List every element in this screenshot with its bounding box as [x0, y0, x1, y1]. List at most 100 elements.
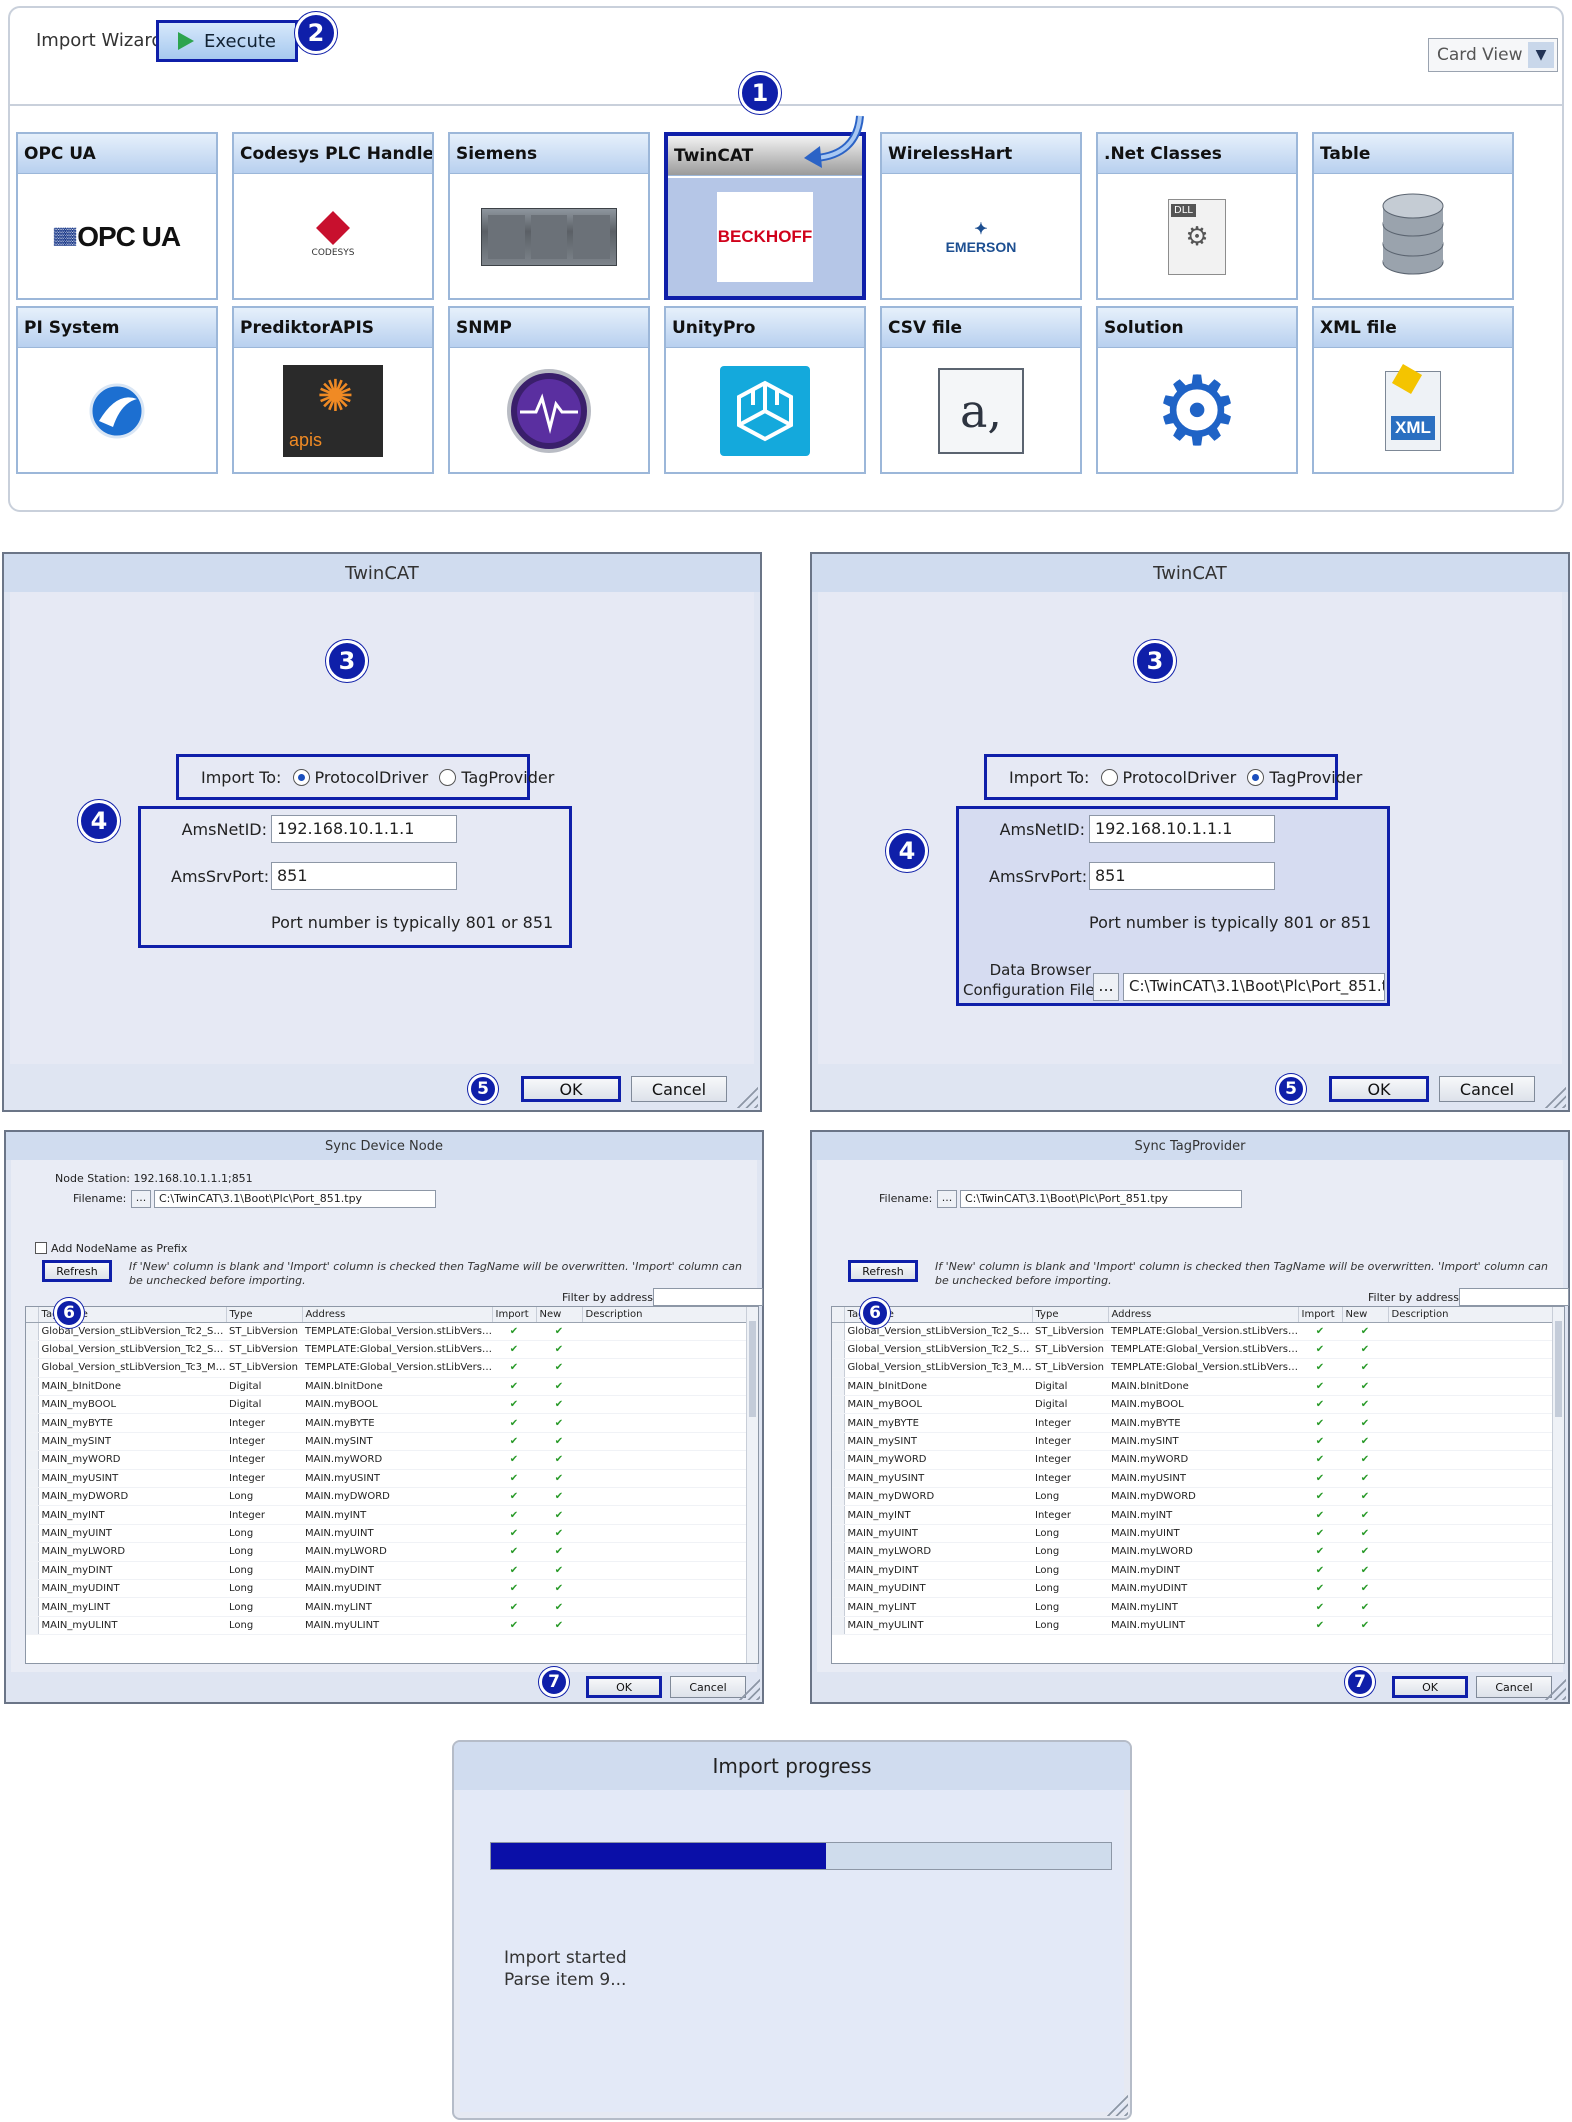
driver-card-prediktorapis[interactable]: PrediktorAPIS ✺ apis: [232, 306, 434, 474]
import-check-icon[interactable]: ✔: [1298, 1395, 1342, 1415]
row-header[interactable]: [26, 1450, 39, 1470]
table-row[interactable]: Global_Version_stLibVersion_Tc2_Sta... ST…: [26, 1322, 748, 1341]
resize-grip-icon[interactable]: [736, 1086, 758, 1108]
table-row[interactable]: Global_Version_stLibVersion_Tc2_Sta... ST…: [832, 1322, 1554, 1341]
column-header-type[interactable]: Type: [226, 1307, 303, 1323]
table-row[interactable]: MAIN_myUSINT Integer MAIN.myUSINT ✔ ✔: [832, 1469, 1554, 1489]
table-row[interactable]: MAIN_myWORD Integer MAIN.myWORD ✔ ✔: [832, 1450, 1554, 1470]
ok-button[interactable]: OK: [1392, 1676, 1468, 1698]
table-row[interactable]: MAIN_myBYTE Integer MAIN.myBYTE ✔ ✔: [26, 1413, 748, 1433]
table-row[interactable]: MAIN_myUDINT Long MAIN.myUDINT ✔ ✔: [26, 1579, 748, 1599]
row-header[interactable]: [26, 1322, 39, 1341]
table-row[interactable]: MAIN_myUINT Long MAIN.myUINT ✔ ✔: [832, 1524, 1554, 1544]
row-header[interactable]: [832, 1561, 845, 1580]
import-check-icon[interactable]: ✔: [1298, 1561, 1342, 1580]
table-row[interactable]: MAIN_myBOOL Digital MAIN.myBOOL ✔ ✔: [832, 1395, 1554, 1415]
driver-card-table[interactable]: Table: [1312, 132, 1514, 300]
table-row[interactable]: Global_Version_stLibVersion_Tc2_Sys... ST…: [832, 1340, 1554, 1360]
ok-button[interactable]: OK: [586, 1676, 662, 1698]
resize-grip-icon[interactable]: [1544, 1086, 1566, 1108]
column-header-new[interactable]: New: [1342, 1307, 1389, 1323]
row-header[interactable]: [26, 1358, 39, 1378]
filter-input[interactable]: [1459, 1288, 1569, 1306]
row-header[interactable]: [832, 1524, 845, 1544]
table-row[interactable]: MAIN_myBYTE Integer MAIN.myBYTE ✔ ✔: [832, 1413, 1554, 1433]
prefix-checkbox[interactable]: [35, 1242, 47, 1254]
import-check-icon[interactable]: ✔: [492, 1597, 536, 1617]
chevron-down-icon[interactable]: ▼: [1528, 42, 1554, 68]
filename-input[interactable]: C:\TwinCAT\3.1\Boot\Plc\Port_851.tpy: [154, 1190, 436, 1208]
driver-card-solution[interactable]: Solution ⚙: [1096, 306, 1298, 474]
column-header-new[interactable]: New: [536, 1307, 583, 1323]
row-header[interactable]: [832, 1358, 845, 1378]
table-row[interactable]: MAIN_myDINT Long MAIN.myDINT ✔ ✔: [26, 1561, 748, 1580]
row-header[interactable]: [832, 1395, 845, 1415]
column-header-import[interactable]: Import: [492, 1307, 537, 1323]
radio-protocoldriver[interactable]: [1100, 769, 1118, 786]
amssrvport-input[interactable]: 851: [271, 862, 457, 890]
table-row[interactable]: MAIN_myDWORD Long MAIN.myDWORD ✔ ✔: [832, 1487, 1554, 1507]
tag-grid[interactable]: TagNameTypeAddressImportNewDescriptionGl…: [831, 1306, 1565, 1664]
config-file-input[interactable]: C:\TwinCAT\3.1\Boot\Plc\Port_851.tpy: [1123, 973, 1385, 1001]
import-check-icon[interactable]: ✔: [492, 1377, 536, 1397]
row-header[interactable]: [832, 1487, 845, 1507]
row-header[interactable]: [832, 1505, 845, 1525]
table-row[interactable]: Global_Version_stLibVersion_Tc3_Mo... ST_…: [832, 1358, 1554, 1378]
row-header[interactable]: [26, 1395, 39, 1415]
import-check-icon[interactable]: ✔: [1298, 1432, 1342, 1452]
row-header[interactable]: [26, 1432, 39, 1452]
table-row[interactable]: MAIN_myUINT Long MAIN.myUINT ✔ ✔: [26, 1524, 748, 1544]
import-check-icon[interactable]: ✔: [1298, 1340, 1342, 1360]
radio-protocoldriver[interactable]: [292, 769, 310, 786]
import-check-icon[interactable]: ✔: [1298, 1542, 1342, 1562]
driver-card-xml-file[interactable]: XML file XML: [1312, 306, 1514, 474]
driver-card-codesys-plc-handler[interactable]: Codesys PLC Handler CODESYS: [232, 132, 434, 300]
browse-button[interactable]: ...: [1093, 973, 1119, 1001]
import-check-icon[interactable]: ✔: [1298, 1413, 1342, 1433]
import-check-icon[interactable]: ✔: [492, 1524, 536, 1544]
filename-input[interactable]: C:\TwinCAT\3.1\Boot\Plc\Port_851.tpy: [960, 1190, 1242, 1208]
row-header[interactable]: [832, 1432, 845, 1452]
radio-tagprovider[interactable]: [1247, 769, 1265, 786]
ok-button[interactable]: OK: [1329, 1076, 1429, 1102]
filter-input[interactable]: [653, 1288, 763, 1306]
row-header[interactable]: [26, 1616, 39, 1636]
refresh-button[interactable]: Refresh: [42, 1260, 112, 1282]
row-header[interactable]: [832, 1597, 845, 1617]
prefix-checkbox-row[interactable]: Add NodeName as Prefix: [35, 1242, 187, 1255]
row-header[interactable]: [26, 1561, 39, 1580]
import-check-icon[interactable]: ✔: [1298, 1597, 1342, 1617]
driver-card-opc-ua[interactable]: OPC UA ▓▓ OPC UA: [16, 132, 218, 300]
row-header[interactable]: [832, 1579, 845, 1599]
tag-grid[interactable]: TagNameTypeAddressImportNewDescriptionGl…: [25, 1306, 759, 1664]
table-row[interactable]: MAIN_myULINT Long MAIN.myULINT ✔ ✔: [26, 1616, 748, 1636]
row-header[interactable]: [26, 1524, 39, 1544]
import-check-icon[interactable]: ✔: [1298, 1322, 1342, 1341]
import-check-icon[interactable]: ✔: [492, 1432, 536, 1452]
table-row[interactable]: MAIN_myLWORD Long MAIN.myLWORD ✔ ✔: [832, 1542, 1554, 1562]
table-row[interactable]: MAIN_myLWORD Long MAIN.myLWORD ✔ ✔: [26, 1542, 748, 1562]
table-row[interactable]: MAIN_myUDINT Long MAIN.myUDINT ✔ ✔: [832, 1579, 1554, 1599]
import-check-icon[interactable]: ✔: [492, 1469, 536, 1489]
row-header[interactable]: [832, 1450, 845, 1470]
row-header[interactable]: [26, 1579, 39, 1599]
row-header[interactable]: [26, 1413, 39, 1433]
table-row[interactable]: MAIN_myLINT Long MAIN.myLINT ✔ ✔: [26, 1597, 748, 1617]
row-header[interactable]: [26, 1542, 39, 1562]
amsnetid-input[interactable]: 192.168.10.1.1.1: [1089, 815, 1275, 843]
view-select[interactable]: Card View ▼: [1428, 38, 1558, 72]
table-row[interactable]: MAIN_myWORD Integer MAIN.myWORD ✔ ✔: [26, 1450, 748, 1470]
driver-card-siemens[interactable]: Siemens: [448, 132, 650, 300]
cancel-button[interactable]: Cancel: [1476, 1676, 1552, 1698]
table-row[interactable]: MAIN_mySINT Integer MAIN.mySINT ✔ ✔: [832, 1432, 1554, 1452]
import-check-icon[interactable]: ✔: [492, 1561, 536, 1580]
import-check-icon[interactable]: ✔: [1298, 1358, 1342, 1378]
table-row[interactable]: MAIN_myUSINT Integer MAIN.myUSINT ✔ ✔: [26, 1469, 748, 1489]
row-header[interactable]: [26, 1597, 39, 1617]
import-check-icon[interactable]: ✔: [492, 1413, 536, 1433]
column-header-type[interactable]: Type: [1032, 1307, 1109, 1323]
execute-button[interactable]: Execute: [156, 20, 298, 62]
table-row[interactable]: MAIN_myDINT Long MAIN.myDINT ✔ ✔: [832, 1561, 1554, 1580]
row-header[interactable]: [26, 1505, 39, 1525]
driver-card-pi-system[interactable]: PI System: [16, 306, 218, 474]
